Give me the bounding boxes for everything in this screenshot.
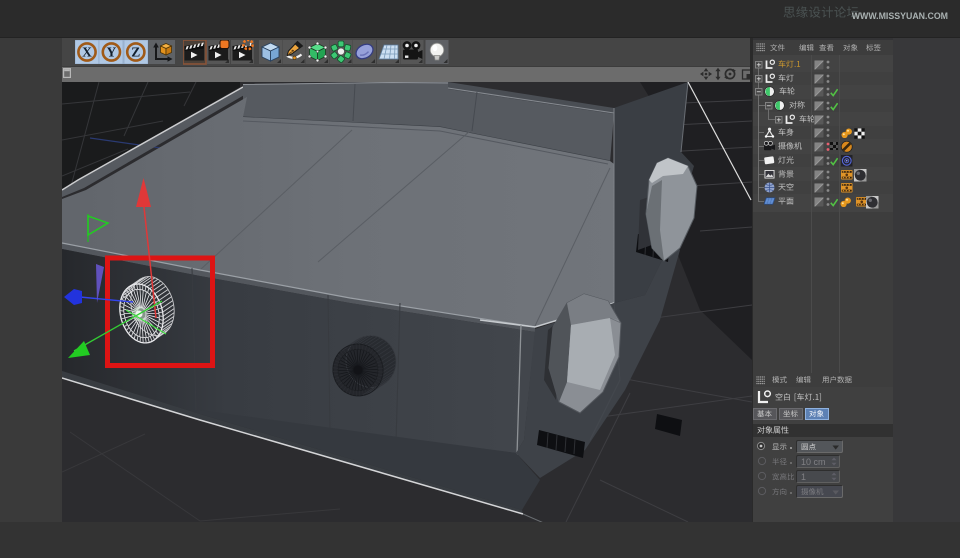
- svg-text:Y: Y: [107, 44, 117, 59]
- svg-text:Z: Z: [131, 44, 140, 59]
- svg-text:X: X: [82, 44, 92, 59]
